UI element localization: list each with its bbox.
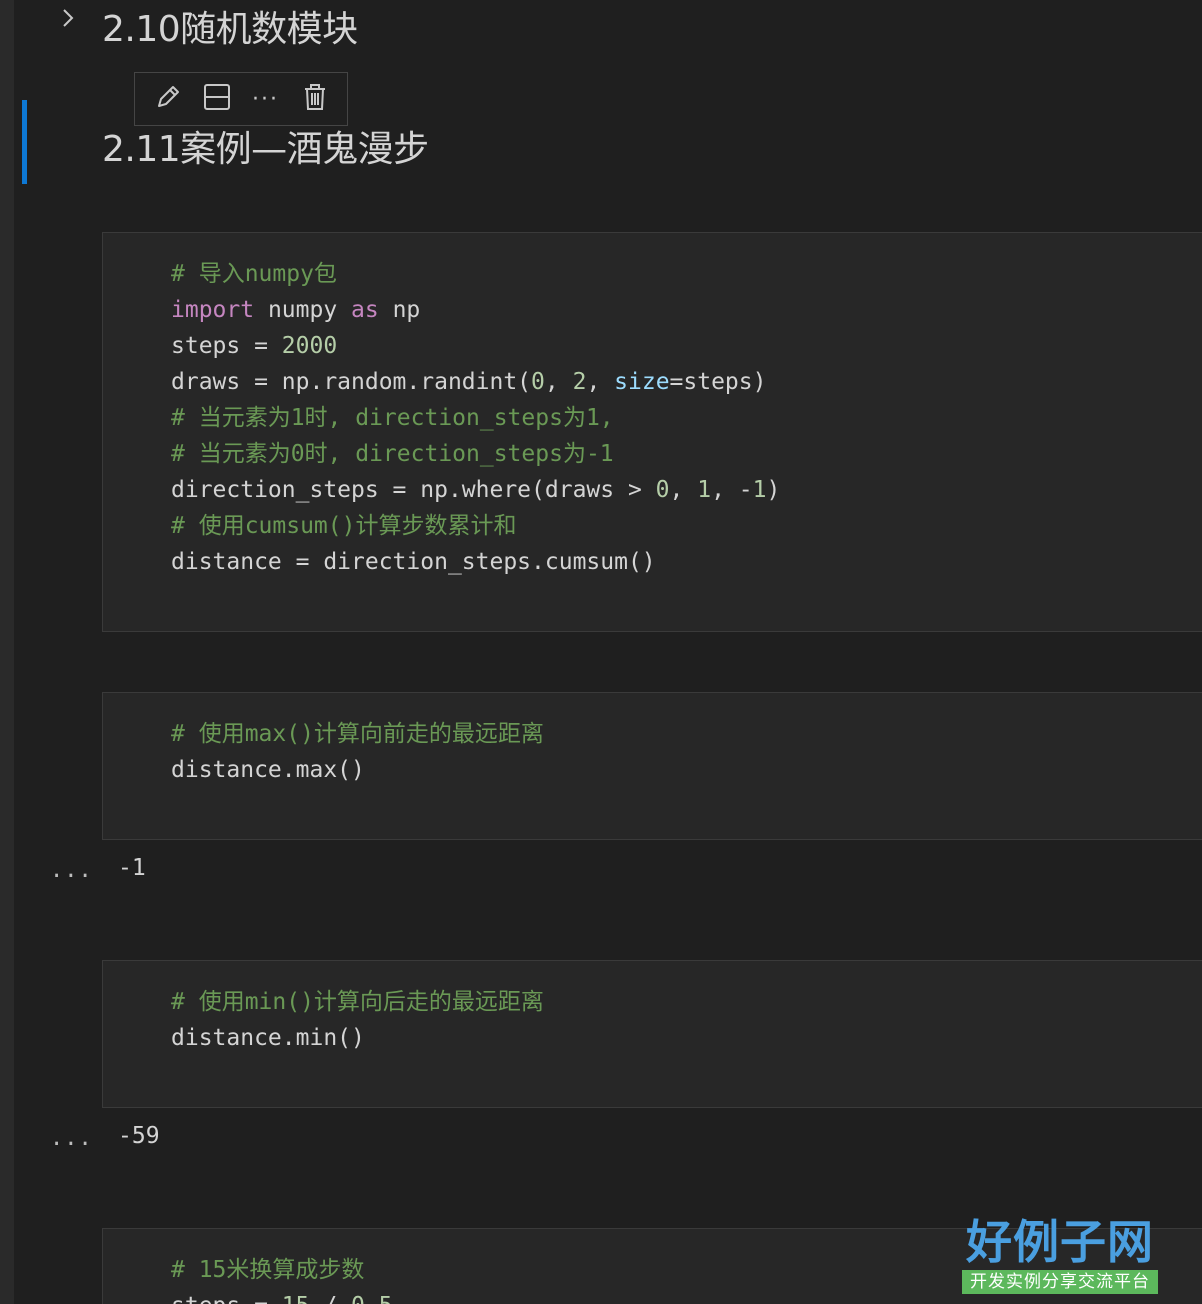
code-cell-3[interactable]: # 使用min()计算向后走的最远距离 distance.min() — [102, 960, 1202, 1108]
cell-output: -1 — [118, 855, 146, 881]
code-editor[interactable]: # 导入numpy包 import numpy as np steps = 2000… — [171, 256, 780, 580]
logo-subtitle: 开发实例分享交流平台 — [962, 1270, 1158, 1294]
code-line: distance.min() — [171, 1020, 544, 1056]
code-token: , - — [711, 477, 753, 503]
code-token: numpy — [254, 297, 352, 323]
code-token: distance.min() — [171, 1025, 365, 1051]
code-token: size — [614, 369, 670, 395]
code-editor[interactable]: # 使用max()计算向前走的最远距离 distance.max() — [171, 716, 544, 788]
code-token: 0 — [655, 477, 670, 503]
site-logo: 好例子网 开发实例分享交流平台 — [962, 1214, 1158, 1296]
code-line: draws = np.random.randint(0, 2, size=ste… — [171, 364, 780, 400]
cell-toolbar: ··· — [134, 72, 348, 126]
code-line: steps = 15 / 0.5 — [171, 1288, 393, 1304]
more-icon: ··· — [252, 86, 279, 112]
code-token: / — [309, 1293, 351, 1304]
code-token: # 使用max()计算向前走的最远距离 — [171, 721, 544, 747]
code-line: import numpy as np — [171, 292, 780, 328]
code-line: # 当元素为1时, direction_steps为1, — [171, 400, 780, 436]
code-token: 1 — [697, 477, 712, 503]
code-token: # 当元素为1时, direction_steps为1, — [171, 405, 614, 431]
output-prompt[interactable]: ... — [50, 858, 93, 883]
collapse-chevron-icon[interactable] — [58, 6, 78, 30]
code-line: # 使用min()计算向后走的最远距离 — [171, 984, 544, 1020]
code-token: steps = — [171, 333, 282, 359]
code-token: , — [586, 369, 615, 395]
code-cell-2[interactable]: # 使用max()计算向前走的最远距离 distance.max() — [102, 692, 1202, 840]
edit-cell-button[interactable] — [150, 81, 186, 117]
code-token: =steps) — [669, 369, 767, 395]
code-token: distance.max() — [171, 757, 365, 783]
code-token: 0 — [531, 369, 545, 395]
split-cell-button[interactable] — [199, 81, 235, 117]
code-token: direction_steps = np.where(draws > — [171, 477, 656, 503]
code-line: # 使用max()计算向前走的最远距离 — [171, 716, 544, 752]
trash-icon — [300, 82, 330, 116]
code-cell-1[interactable]: # 导入numpy包 import numpy as np steps = 2000… — [102, 232, 1202, 632]
cell-output: -59 — [118, 1123, 160, 1149]
code-token: draws = np.random.randint( — [171, 369, 532, 395]
code-token: as — [351, 297, 379, 323]
code-token: # 当元素为0时, direction_steps为-1 — [171, 441, 614, 467]
logo-title: 好例子网 — [966, 1215, 1154, 1269]
heading-section-2-11: 2.11案例—酒鬼漫步 — [102, 129, 429, 170]
code-token: # 使用min()计算向后走的最远距离 — [171, 989, 544, 1015]
left-gutter — [0, 0, 14, 1304]
code-token: , — [544, 369, 573, 395]
delete-cell-button[interactable] — [297, 81, 333, 117]
code-line: # 导入numpy包 — [171, 256, 780, 292]
code-token: 0.5 — [351, 1293, 393, 1304]
code-token: np — [378, 297, 421, 323]
code-token: 1 — [752, 477, 767, 503]
code-line: steps = 2000 — [171, 328, 780, 364]
code-token: ) — [766, 477, 781, 503]
code-line: # 当元素为0时, direction_steps为-1 — [171, 436, 780, 472]
code-line: direction_steps = np.where(draws > 0, 1,… — [171, 472, 780, 508]
code-token: import — [171, 297, 255, 323]
code-line: distance.max() — [171, 752, 544, 788]
heading-section-2-10: 2.10随机数模块 — [102, 9, 358, 50]
code-token: # 15米换算成步数 — [171, 1257, 365, 1283]
code-editor[interactable]: # 使用min()计算向后走的最远距离 distance.min() — [171, 984, 544, 1056]
code-editor[interactable]: # 15米换算成步数 steps = 15 / 0.5 — [171, 1252, 393, 1304]
code-token: # 使用cumsum()计算步数累计和 — [171, 513, 517, 539]
code-line: # 使用cumsum()计算步数累计和 — [171, 508, 780, 544]
split-cell-icon — [202, 82, 232, 116]
code-token: # 导入numpy包 — [171, 261, 337, 287]
active-cell-indicator — [22, 100, 27, 184]
code-token: 2000 — [281, 333, 338, 359]
more-actions-button[interactable]: ··· — [248, 81, 284, 117]
code-token: distance = direction_steps.cumsum() — [171, 549, 656, 575]
output-prompt[interactable]: ... — [50, 1126, 93, 1151]
code-token: 2 — [572, 369, 587, 395]
code-line: # 15米换算成步数 — [171, 1252, 393, 1288]
code-token: , — [669, 477, 698, 503]
code-token: steps = — [171, 1293, 282, 1304]
code-line: distance = direction_steps.cumsum() — [171, 544, 780, 580]
code-token: 15 — [282, 1293, 310, 1304]
pencil-icon — [153, 82, 183, 116]
